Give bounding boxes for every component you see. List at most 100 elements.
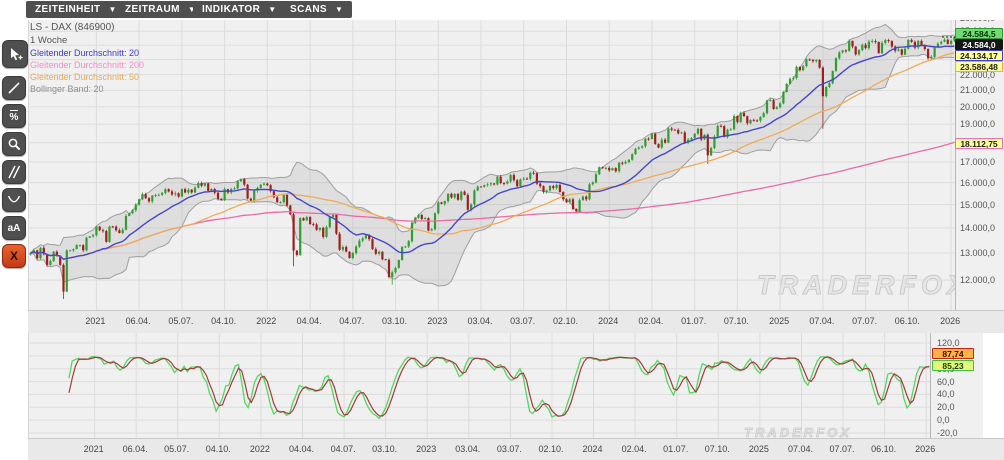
top-toolbar: ZEITEINHEIT ▼ ZEITRAUM ▼ INDIKATOR ▼ SCA… — [0, 0, 1004, 20]
x-axis-label: 2025 — [748, 444, 769, 454]
oscillator-tick-label: 40,0 — [937, 389, 955, 400]
delete-tool-button[interactable]: X — [2, 244, 26, 268]
stochastic-k-line — [68, 356, 930, 420]
price-tick-label: 16.000,0 — [960, 177, 996, 188]
sma200-value-marker: 18.112,75 — [955, 138, 1003, 149]
x-axis-label: 06.04. — [125, 316, 151, 326]
x-axis-label: 04.04. — [296, 316, 322, 326]
x-axis-label: 03.07. — [510, 316, 536, 326]
trendline-icon — [7, 81, 21, 95]
scans-dropdown[interactable]: SCANS ▼ — [281, 1, 353, 18]
x-axis-label: 2021 — [83, 444, 104, 454]
chevron-down-icon: ▼ — [268, 4, 277, 14]
x-axis-label: 04.07. — [330, 444, 356, 454]
x-axis-label: 03.04. — [455, 444, 481, 454]
x-axis-label: 03.04. — [467, 316, 493, 326]
indikator-label: INDIKATOR — [202, 4, 261, 15]
x-axis-label: 07.04. — [787, 444, 814, 454]
x-axis-label: 07.10. — [723, 316, 749, 326]
x-axis-label: 02.10. — [552, 316, 579, 326]
main-time-axis: 2021 06.04. 05.07. 04.10. 2022 04.04. 04.07. 03… — [28, 310, 1004, 333]
stoch-k-marker: 87,74 — [932, 348, 974, 359]
zoom-tool-button[interactable] — [2, 132, 26, 156]
main-chart-area[interactable]: TRADERFOX — [28, 20, 966, 310]
x-axis-label: 07.07. — [829, 444, 855, 454]
scans-label: SCANS — [290, 4, 328, 15]
x-axis-label: 03.10. — [381, 316, 408, 326]
price-tick-label: 14.000,0 — [960, 222, 996, 233]
percent-icon: % — [9, 109, 19, 123]
oscillator-tick-label: 120,0 — [937, 338, 960, 348]
price-tick-label: 20.000,0 — [960, 101, 996, 112]
sma50-value-marker: 23.586,48 — [955, 61, 1003, 72]
x-axis-label: 03.07. — [496, 444, 522, 454]
zeitraum-label: ZEITRAUM — [125, 4, 180, 15]
legend-bollinger: Bollinger Band: 20 — [30, 84, 104, 94]
price-tick-label: 13.000,0 — [960, 248, 996, 258]
instrument-title: LS - DAX (846900) — [30, 22, 115, 33]
oscillator-area[interactable] — [28, 332, 931, 438]
magnifier-icon — [7, 137, 21, 151]
percent-tool-button[interactable]: % — [2, 104, 26, 128]
chevron-down-icon: ▼ — [335, 4, 344, 14]
interval-label: 1 Woche — [30, 35, 68, 46]
price-tick-label: 21.000,0 — [960, 85, 996, 96]
parallel-lines-icon — [7, 165, 21, 179]
x-axis-label: 07.07. — [852, 316, 878, 326]
price-tick-label: 17.000,0 — [960, 157, 996, 167]
oscillator-tick-label: 0,0 — [937, 415, 950, 426]
x-axis-label: 2023 — [427, 316, 448, 326]
zeiteinheit-dropdown[interactable]: ZEITEINHEIT ▼ — [26, 1, 126, 18]
x-axis-label: 02.04. — [621, 444, 647, 454]
oscillator-tick-label: 60,0 — [937, 376, 955, 387]
main-chart-canvas[interactable] — [29, 20, 956, 310]
x-axis-label: 04.04. — [288, 444, 315, 454]
x-axis-label: 2026 — [915, 444, 936, 454]
x-axis-label: 02.04. — [638, 316, 664, 326]
x-axis-label: 07.10. — [704, 444, 730, 454]
x-axis-label: 01.07. — [663, 444, 689, 454]
x-axis-label: 2026 — [940, 316, 961, 326]
parallel-lines-tool-button[interactable] — [2, 160, 26, 184]
price-tick-label: 12.000,0 — [960, 275, 996, 286]
zeitraum-dropdown[interactable]: ZEITRAUM ▼ — [116, 1, 206, 18]
pointer-tool-button[interactable] — [2, 40, 28, 68]
x-axis-label: 05.07. — [164, 444, 190, 454]
x-axis-label: 04.07. — [339, 316, 365, 326]
text-tool-icon: aA — [7, 222, 21, 234]
x-axis-label: 2022 — [256, 316, 277, 326]
zeiteinheit-label: ZEITEINHEIT — [35, 4, 101, 15]
oscillator-canvas[interactable] — [29, 332, 931, 438]
x-axis-label: 2021 — [85, 316, 106, 326]
x-axis-label: 04.10. — [205, 444, 231, 454]
x-axis-label: 03.10. — [372, 444, 398, 454]
legend-sma200: Gleitender Durchschnitt: 200 — [30, 60, 145, 70]
text-tool-button[interactable]: aA — [2, 216, 26, 240]
arc-icon — [7, 193, 21, 207]
legend-sma50: Gleitender Durchschnitt: 50 — [30, 72, 140, 82]
pointer-plus-icon — [8, 47, 23, 62]
last-price-marker: 24.584,5 — [955, 28, 1003, 39]
x-axis-label: 2023 — [416, 444, 437, 454]
x-axis-label: 06.10. — [871, 444, 897, 454]
x-axis-label: 01.07. — [681, 316, 707, 326]
trendline-tool-button[interactable] — [2, 76, 26, 100]
x-axis-label: 2024 — [598, 316, 619, 326]
x-axis-label: 06.04. — [122, 444, 148, 454]
oscillator-time-axis: 2021 06.04. 05.07. 04.10. 2022 04.04. 04.07. 03… — [28, 438, 1004, 460]
legend-sma20: Gleitender Durchschnitt: 20 — [30, 48, 140, 58]
bollinger-band — [30, 23, 955, 287]
arc-tool-button[interactable] — [2, 188, 26, 212]
oscillator-tick-label: -20,0 — [937, 428, 958, 438]
chart-legend: LS - DAX (846900) 1 Woche Gleitender Dur… — [30, 22, 144, 95]
x-axis-label: 2024 — [582, 444, 603, 454]
price-tick-label: 15.000,0 — [960, 199, 996, 210]
price-tick-label: 19.000,0 — [960, 119, 996, 130]
indikator-dropdown[interactable]: INDIKATOR ▼ — [193, 1, 286, 18]
x-axis-label: 07.04. — [809, 316, 835, 326]
x-axis-label: 02.10. — [538, 444, 564, 454]
x-axis-label: 04.10. — [211, 316, 237, 326]
close-price-marker: 24.584,0 — [955, 39, 1003, 50]
oscillator-tick-label: 20,0 — [937, 402, 955, 413]
close-icon: X — [9, 249, 18, 263]
